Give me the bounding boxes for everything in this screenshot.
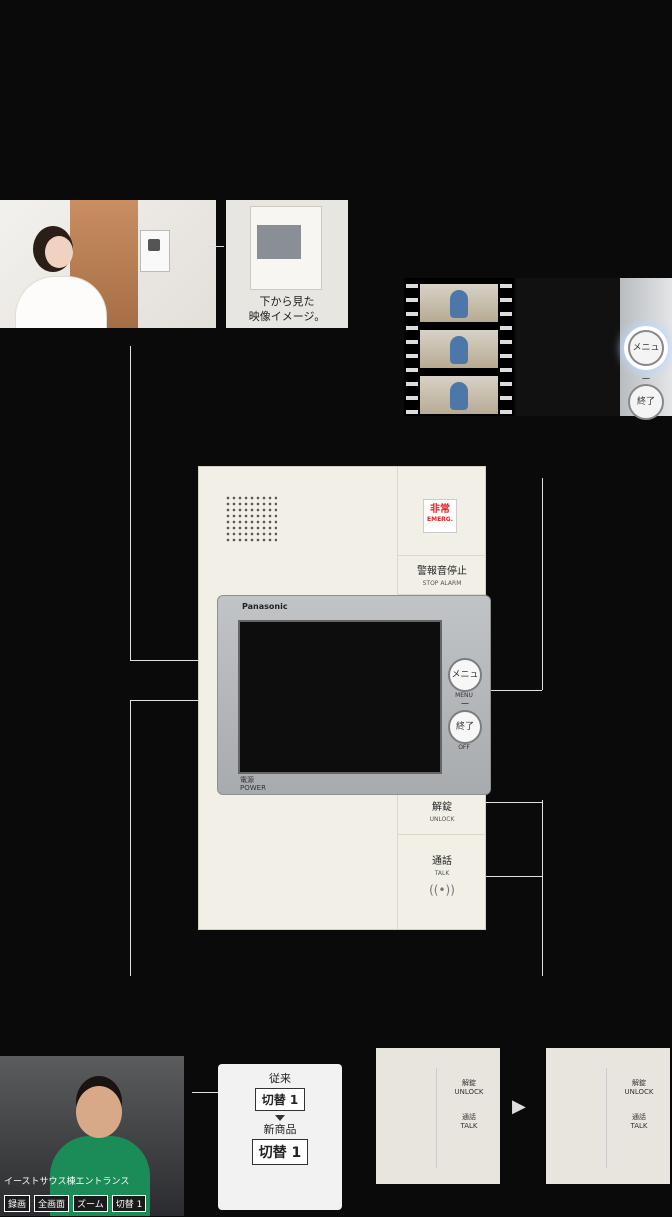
talk-label: 通話 [462,1113,476,1121]
visitor-head [76,1086,122,1138]
emergency-label: 非常 [430,504,450,515]
connector-line [542,800,543,976]
end-button-small[interactable]: 終了 [628,384,664,420]
brand-logo: Panasonic [242,602,288,611]
connector-line [130,346,131,660]
door-camera-panel [140,230,170,272]
unlock-label: 解錠 [632,1079,646,1087]
photo-caption: 下から見た 映像イメージ。 [248,295,326,323]
down-arrow-icon [275,1115,285,1121]
power-label: 電源 [240,776,254,784]
hand-photo-after: 解錠 UNLOCK 通話 TALK [546,1048,670,1184]
power-indicator: 電源 POWER [240,776,266,792]
mini-monitor [250,206,322,290]
camera-location-label: イーストサウス棟エントランス [4,1177,130,1187]
screen-bezel: メニュー 終了 [620,278,672,420]
menu-button-highlight[interactable]: メニュー [628,330,664,385]
talk-label-en: TALK [460,1122,478,1130]
talk-label: 通話 [432,856,452,867]
unlock-button[interactable]: 解錠 UNLOCK [398,797,486,835]
lobby-camera-photo: イーストサウス棟エントランス 録画 全画面 ズーム 切替 1 [0,1056,184,1216]
talk-label: 通話 [632,1113,646,1121]
connector-line [192,1092,218,1093]
fullscreen-button[interactable]: 全画面 [34,1195,70,1212]
old-switch-button: 切替 1 [254,1088,306,1111]
emergency-button[interactable]: 非常 EMERG. [423,499,457,533]
woman-figure [15,218,107,328]
menu-button[interactable]: メニュー [448,658,482,710]
photo-connector [208,246,224,247]
arrow-right-icon: ▶ [512,1096,526,1117]
intercom-monitor: 非常 EMERG. 警報音停止 STOP ALARM 解錠 UNLOCK 通話 … [198,466,491,930]
old-label: 従来 [269,1072,291,1085]
screen-frame: Panasonic メニュー MENU 終了 OFF 電源 POWER [217,595,491,795]
power-label-en: POWER [240,784,266,792]
speaker-grille [225,495,277,543]
talk-label-en: TALK [434,870,450,877]
stop-alarm-label: 警報音停止 [417,566,467,577]
off-label-en: OFF [458,744,470,751]
stop-alarm-button[interactable]: 警報音停止 STOP ALARM [398,555,486,595]
end-button[interactable]: 終了 [448,710,482,744]
switch-button[interactable]: 切替 1 [111,1195,147,1212]
connector-line [130,700,131,976]
filmstrip-image [404,278,514,416]
menu-label-en: MENU [455,692,473,699]
button-comparison: 従来 切替 1 新商品 切替 1 [218,1064,342,1210]
emergency-cell: 非常 EMERG. [398,467,486,556]
talk-label-en: TALK [630,1122,648,1130]
monitor-screen [238,620,442,774]
unlock-label: 解錠 [432,802,452,813]
connector-line [542,478,543,690]
zoom-button[interactable]: ズーム [73,1195,108,1212]
unlock-label-en: UNLOCK [624,1088,654,1096]
talk-button[interactable]: 通話 TALK ((•)) [398,835,486,929]
unlock-label-en: UNLOCK [454,1088,484,1096]
new-switch-button: 切替 1 [251,1139,309,1165]
monitor-view-photo: 下から見た 映像イメージ。 [226,200,348,328]
recorded-screen [516,278,620,416]
record-button[interactable]: 録画 [4,1195,31,1212]
stop-alarm-label-en: STOP ALARM [422,580,462,587]
woman-at-door-photo [0,200,216,328]
unlock-label: 解錠 [462,1079,476,1087]
screen-controls: 録画 全画面 ズーム 切替 1 [4,1195,147,1212]
sound-wave-icon: ((•)) [429,883,455,897]
emergency-label-en: EMERG. [427,516,453,523]
new-label: 新商品 [263,1123,297,1136]
unlock-label-en: UNLOCK [429,816,455,823]
hand-photo-before: 解錠 UNLOCK 通話 TALK [376,1048,500,1184]
